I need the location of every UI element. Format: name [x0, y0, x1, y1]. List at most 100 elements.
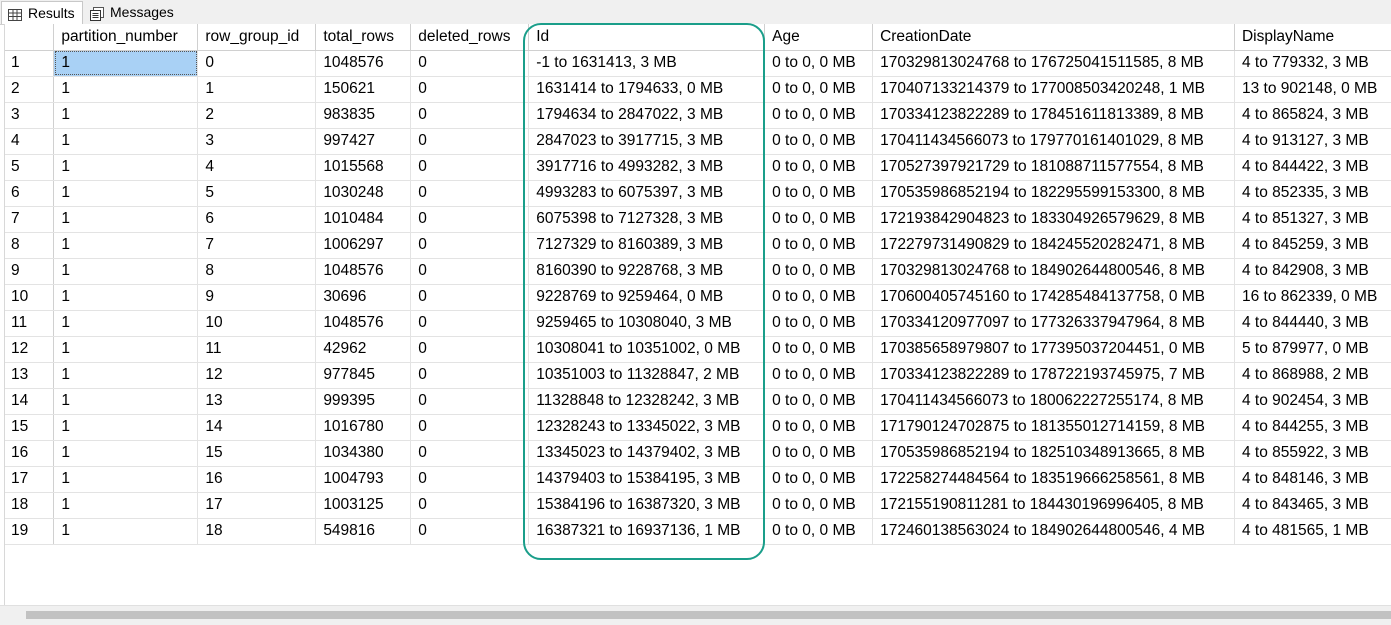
cell-id[interactable]: 15384196 to 16387320, 3 MB [528, 492, 766, 519]
cell-display-name[interactable]: 4 to 481565, 1 MB [1234, 518, 1391, 545]
cell-deleted-rows[interactable]: 0 [410, 76, 530, 103]
cell-deleted-rows[interactable]: 0 [410, 362, 530, 389]
cell-age[interactable]: 0 to 0, 0 MB [764, 466, 874, 493]
cell-creation-date[interactable]: 170535986852194 to 182295599153300, 8 MB [872, 180, 1235, 207]
cell-age[interactable]: 0 to 0, 0 MB [764, 492, 874, 519]
cell-row-group-id[interactable]: 18 [197, 518, 317, 545]
column-header-id[interactable]: Id [528, 24, 766, 51]
cell-deleted-rows[interactable]: 0 [410, 466, 530, 493]
cell-creation-date[interactable]: 170385658979807 to 177395037204451, 0 MB [872, 336, 1235, 363]
cell-creation-date[interactable]: 172155190811281 to 184430196996405, 8 MB [872, 492, 1235, 519]
tab-messages[interactable]: Messages [84, 1, 182, 23]
cell-display-name[interactable]: 4 to 851327, 3 MB [1234, 206, 1391, 233]
row-number[interactable]: 13 [5, 362, 55, 389]
cell-row-group-id[interactable]: 13 [197, 388, 317, 415]
cell-row-group-id[interactable]: 10 [197, 310, 317, 337]
table-row[interactable]: 12 1 11 42962 0 10308041 to 10351002, 0 MB 0 t… [5, 336, 1391, 363]
cell-total-rows[interactable]: 150621 [315, 76, 412, 103]
cell-creation-date[interactable]: 170411434566073 to 179770161401029, 8 MB [872, 128, 1235, 155]
cell-deleted-rows[interactable]: 0 [410, 310, 530, 337]
cell-row-group-id[interactable]: 6 [197, 206, 317, 233]
cell-age[interactable]: 0 to 0, 0 MB [764, 50, 874, 77]
cell-creation-date[interactable]: 172193842904823 to 183304926579629, 8 MB [872, 206, 1235, 233]
cell-row-group-id[interactable]: 0 [197, 50, 317, 77]
cell-deleted-rows[interactable]: 0 [410, 284, 530, 311]
cell-total-rows[interactable]: 997427 [315, 128, 412, 155]
tab-results[interactable]: Results [1, 1, 83, 24]
table-row[interactable]: 7 1 6 1010484 0 6075398 to 7127328, 3 MB 0 to … [5, 206, 1391, 233]
row-number[interactable]: 7 [5, 206, 55, 233]
cell-row-group-id[interactable]: 8 [197, 258, 317, 285]
cell-row-group-id[interactable]: 4 [197, 154, 317, 181]
cell-creation-date[interactable]: 172258274484564 to 183519666258561, 8 MB [872, 466, 1235, 493]
cell-row-group-id[interactable]: 9 [197, 284, 317, 311]
cell-deleted-rows[interactable]: 0 [410, 50, 530, 77]
cell-age[interactable]: 0 to 0, 0 MB [764, 258, 874, 285]
column-header-total-rows[interactable]: total_rows [315, 24, 412, 51]
cell-partition-number[interactable]: 1 [53, 258, 199, 285]
cell-row-group-id[interactable]: 17 [197, 492, 317, 519]
cell-total-rows[interactable]: 1048576 [315, 50, 412, 77]
cell-age[interactable]: 0 to 0, 0 MB [764, 284, 874, 311]
cell-partition-number[interactable]: 1 [53, 414, 199, 441]
cell-id[interactable]: 11328848 to 12328242, 3 MB [528, 388, 766, 415]
column-header-partition-number[interactable]: partition_number [53, 24, 199, 51]
cell-partition-number[interactable]: 1 [53, 232, 199, 259]
cell-display-name[interactable]: 4 to 844255, 3 MB [1234, 414, 1391, 441]
cell-display-name[interactable]: 4 to 844422, 3 MB [1234, 154, 1391, 181]
table-row[interactable]: 10 1 9 30696 0 9228769 to 9259464, 0 MB 0 to 0… [5, 284, 1391, 311]
cell-deleted-rows[interactable]: 0 [410, 388, 530, 415]
cell-display-name[interactable]: 4 to 842908, 3 MB [1234, 258, 1391, 285]
table-row[interactable]: 14 1 13 999395 0 11328848 to 12328242, 3 MB 0 … [5, 388, 1391, 415]
cell-partition-number[interactable]: 1 [53, 102, 199, 129]
row-number[interactable]: 14 [5, 388, 55, 415]
cell-creation-date[interactable]: 170334120977097 to 177326337947964, 8 MB [872, 310, 1235, 337]
cell-display-name[interactable]: 4 to 848146, 3 MB [1234, 466, 1391, 493]
cell-deleted-rows[interactable]: 0 [410, 180, 530, 207]
cell-deleted-rows[interactable]: 0 [410, 336, 530, 363]
table-row[interactable]: 19 1 18 549816 0 16387321 to 16937136, 1 MB 0 … [5, 518, 1391, 545]
cell-deleted-rows[interactable]: 0 [410, 154, 530, 181]
table-row[interactable]: 1 1 0 1048576 0 -1 to 1631413, 3 MB 0 to 0, 0 … [5, 50, 1391, 77]
cell-row-group-id[interactable]: 1 [197, 76, 317, 103]
cell-partition-number[interactable]: 1 [53, 50, 199, 77]
cell-display-name[interactable]: 4 to 868988, 2 MB [1234, 362, 1391, 389]
row-number[interactable]: 17 [5, 466, 55, 493]
cell-deleted-rows[interactable]: 0 [410, 232, 530, 259]
cell-creation-date[interactable]: 170600405745160 to 174285484137758, 0 MB [872, 284, 1235, 311]
table-row[interactable]: 6 1 5 1030248 0 4993283 to 6075397, 3 MB 0 to … [5, 180, 1391, 207]
cell-id[interactable]: -1 to 1631413, 3 MB [528, 50, 766, 77]
cell-partition-number[interactable]: 1 [53, 154, 199, 181]
row-number[interactable]: 1 [5, 50, 55, 77]
cell-creation-date[interactable]: 170407133214379 to 177008503420248, 1 MB [872, 76, 1235, 103]
grid-corner[interactable] [5, 24, 55, 51]
cell-creation-date[interactable]: 170329813024768 to 184902644800546, 8 MB [872, 258, 1235, 285]
row-number[interactable]: 16 [5, 440, 55, 467]
cell-row-group-id[interactable]: 14 [197, 414, 317, 441]
row-number[interactable]: 3 [5, 102, 55, 129]
cell-total-rows[interactable]: 1048576 [315, 258, 412, 285]
cell-creation-date[interactable]: 170329813024768 to 176725041511585, 8 MB [872, 50, 1235, 77]
column-header-deleted-rows[interactable]: deleted_rows [410, 24, 530, 51]
column-header-creation-date[interactable]: CreationDate [872, 24, 1235, 51]
cell-deleted-rows[interactable]: 0 [410, 440, 530, 467]
column-header-age[interactable]: Age [764, 24, 874, 51]
horizontal-scrollbar[interactable] [0, 605, 1391, 625]
cell-partition-number[interactable]: 1 [53, 180, 199, 207]
cell-age[interactable]: 0 to 0, 0 MB [764, 76, 874, 103]
table-row[interactable]: 16 1 15 1034380 0 13345023 to 14379402, 3 MB 0… [5, 440, 1391, 467]
cell-total-rows[interactable]: 999395 [315, 388, 412, 415]
cell-total-rows[interactable]: 549816 [315, 518, 412, 545]
cell-partition-number[interactable]: 1 [53, 388, 199, 415]
row-number[interactable]: 8 [5, 232, 55, 259]
cell-age[interactable]: 0 to 0, 0 MB [764, 232, 874, 259]
row-number[interactable]: 11 [5, 310, 55, 337]
row-number[interactable]: 4 [5, 128, 55, 155]
cell-display-name[interactable]: 4 to 865824, 3 MB [1234, 102, 1391, 129]
cell-total-rows[interactable]: 42962 [315, 336, 412, 363]
cell-display-name[interactable]: 5 to 879977, 0 MB [1234, 336, 1391, 363]
cell-display-name[interactable]: 16 to 862339, 0 MB [1234, 284, 1391, 311]
cell-display-name[interactable]: 4 to 845259, 3 MB [1234, 232, 1391, 259]
cell-row-group-id[interactable]: 2 [197, 102, 317, 129]
cell-partition-number[interactable]: 1 [53, 76, 199, 103]
